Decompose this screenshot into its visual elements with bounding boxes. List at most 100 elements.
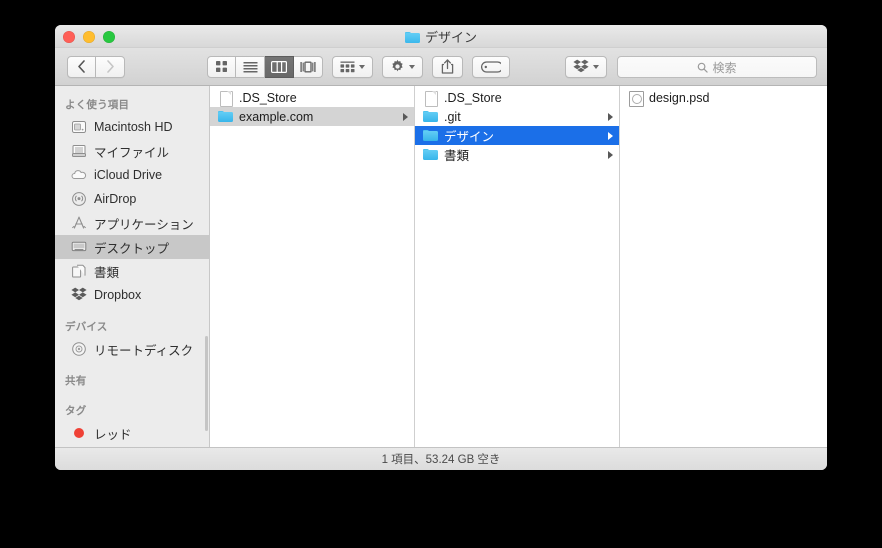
list-item[interactable]: .git [415, 107, 619, 126]
view-mode-group [207, 55, 323, 78]
sidebar-item-label: レッド [94, 427, 132, 442]
disclosure-arrow-icon [608, 112, 613, 121]
harddisk-icon [71, 119, 87, 135]
sidebar-scrollbar[interactable] [204, 336, 208, 431]
file-name: .DS_Store [239, 90, 297, 105]
columns-icon [271, 60, 287, 73]
status-bar: 1 項目、53.24 GB 空き [55, 447, 827, 470]
list-view-button[interactable] [236, 55, 265, 78]
sidebar-section-favorites-header: よく使う項目 [65, 99, 130, 111]
file-name: 書類 [444, 149, 470, 163]
desktop-icon [71, 239, 87, 255]
list-item[interactable]: design.psd [620, 88, 827, 107]
document-icon [218, 90, 233, 107]
status-text: 1 項目、53.24 GB 空き [381, 454, 501, 466]
coverflow-icon [300, 61, 316, 73]
sidebar-item-label: AirDrop [94, 192, 137, 206]
gallery-view-button[interactable] [294, 55, 323, 78]
disclosure-arrow-icon [608, 131, 613, 140]
window-body: よく使う項目 Macintosh HD マイファイル iCloud Drive … [55, 86, 827, 447]
sidebar-item-documents[interactable]: 書類 [55, 259, 209, 283]
file-name: example.com [239, 109, 314, 124]
dropbox-icon [573, 59, 589, 73]
sidebar-item-icloud-drive[interactable]: iCloud Drive [55, 163, 209, 187]
sidebar-section-shared-header: 共有 [65, 375, 87, 387]
sidebar: よく使う項目 Macintosh HD マイファイル iCloud Drive … [55, 86, 210, 447]
window-title: デザイン [55, 28, 827, 45]
sidebar-item-label: iCloud Drive [94, 168, 163, 182]
dropbox-icon [71, 287, 87, 303]
arrange-grid-icon [340, 61, 355, 72]
list-icon [243, 61, 257, 72]
grid-icon [216, 61, 227, 72]
sidebar-item-macintosh-hd[interactable]: Macintosh HD [55, 115, 209, 139]
column-view-button[interactable] [265, 55, 294, 78]
folder-icon [404, 31, 420, 43]
sidebar-item-tag-red[interactable]: レッド [55, 421, 209, 445]
back-button[interactable] [67, 55, 96, 78]
sidebar-item-my-files[interactable]: マイファイル [55, 139, 209, 163]
sidebar-item-label: マイファイル [94, 145, 170, 160]
sidebar-item-airdrop[interactable]: AirDrop [55, 187, 209, 211]
navigation-buttons [67, 55, 125, 78]
chevron-left-icon [78, 60, 85, 73]
arrange-button[interactable] [332, 55, 373, 78]
psd-file-icon [628, 90, 644, 107]
sidebar-item-desktop[interactable]: デスクトップ [55, 235, 209, 259]
sidebar-item-remote-disc[interactable]: リモートディスク [55, 337, 209, 361]
sidebar-item-label: アプリケーション [94, 217, 194, 232]
finder-window: デザイン 検索 よく使う項目 Macintosh HD マイファイル iClou… [55, 25, 827, 470]
list-item[interactable]: .DS_Store [415, 88, 619, 107]
column-3: design.psd [620, 86, 827, 447]
disclosure-arrow-icon [608, 150, 613, 159]
sidebar-item-label: デスクトップ [94, 241, 170, 256]
sidebar-item-label: 書類 [94, 265, 120, 280]
column-1: .DS_Store example.com [210, 86, 415, 447]
airdrop-icon [71, 191, 87, 207]
search-field[interactable]: 検索 [617, 56, 817, 78]
chevron-down-icon [409, 64, 415, 69]
applications-icon [71, 215, 87, 231]
chevron-down-icon [593, 64, 599, 69]
file-name: .DS_Store [444, 90, 502, 105]
share-icon [441, 59, 454, 74]
window-title-text: デザイン [424, 30, 477, 45]
sidebar-section-devices-header: デバイス [65, 321, 108, 333]
search-icon [698, 62, 709, 73]
sidebar-section-tags-header: タグ [65, 405, 87, 417]
window-titlebar[interactable]: デザイン [55, 25, 827, 48]
tag-button[interactable] [472, 55, 510, 78]
file-name: .git [444, 109, 461, 124]
toolbar: 検索 [55, 48, 827, 86]
chevron-down-icon [359, 64, 365, 69]
sidebar-item-label: Dropbox [94, 288, 142, 302]
sidebar-item-label: リモートディスク [94, 343, 194, 358]
share-button[interactable] [432, 55, 463, 78]
folder-icon [218, 109, 233, 124]
folder-icon [423, 147, 438, 162]
gear-icon [392, 59, 403, 72]
list-item[interactable]: example.com [210, 107, 414, 126]
disc-icon [71, 341, 87, 357]
search-placeholder: 検索 [712, 60, 737, 75]
document-icon [423, 90, 438, 107]
column-2: .DS_Store .git デザイン 書類 [415, 86, 620, 447]
action-button[interactable] [382, 55, 423, 78]
sidebar-item-dropbox[interactable]: Dropbox [55, 283, 209, 307]
disclosure-arrow-icon [403, 112, 408, 121]
dropbox-button[interactable] [565, 55, 607, 78]
list-item[interactable]: .DS_Store [210, 88, 414, 107]
file-name: デザイン [444, 130, 495, 144]
cloud-icon [71, 167, 87, 183]
tag-dot-icon [74, 428, 84, 438]
list-item[interactable]: デザイン [415, 126, 619, 145]
sidebar-item-applications[interactable]: アプリケーション [55, 211, 209, 235]
file-name: design.psd [649, 90, 710, 105]
desktop-background: デザイン 検索 よく使う項目 Macintosh HD マイファイル iClou… [0, 0, 882, 548]
icon-view-button[interactable] [207, 55, 236, 78]
list-item[interactable]: 書類 [415, 145, 619, 164]
folder-icon [423, 128, 438, 143]
column-browser: .DS_Store example.com .DS_Store .git デザイ… [210, 86, 827, 447]
forward-button[interactable] [96, 55, 125, 78]
sidebar-item-label: Macintosh HD [94, 120, 173, 134]
